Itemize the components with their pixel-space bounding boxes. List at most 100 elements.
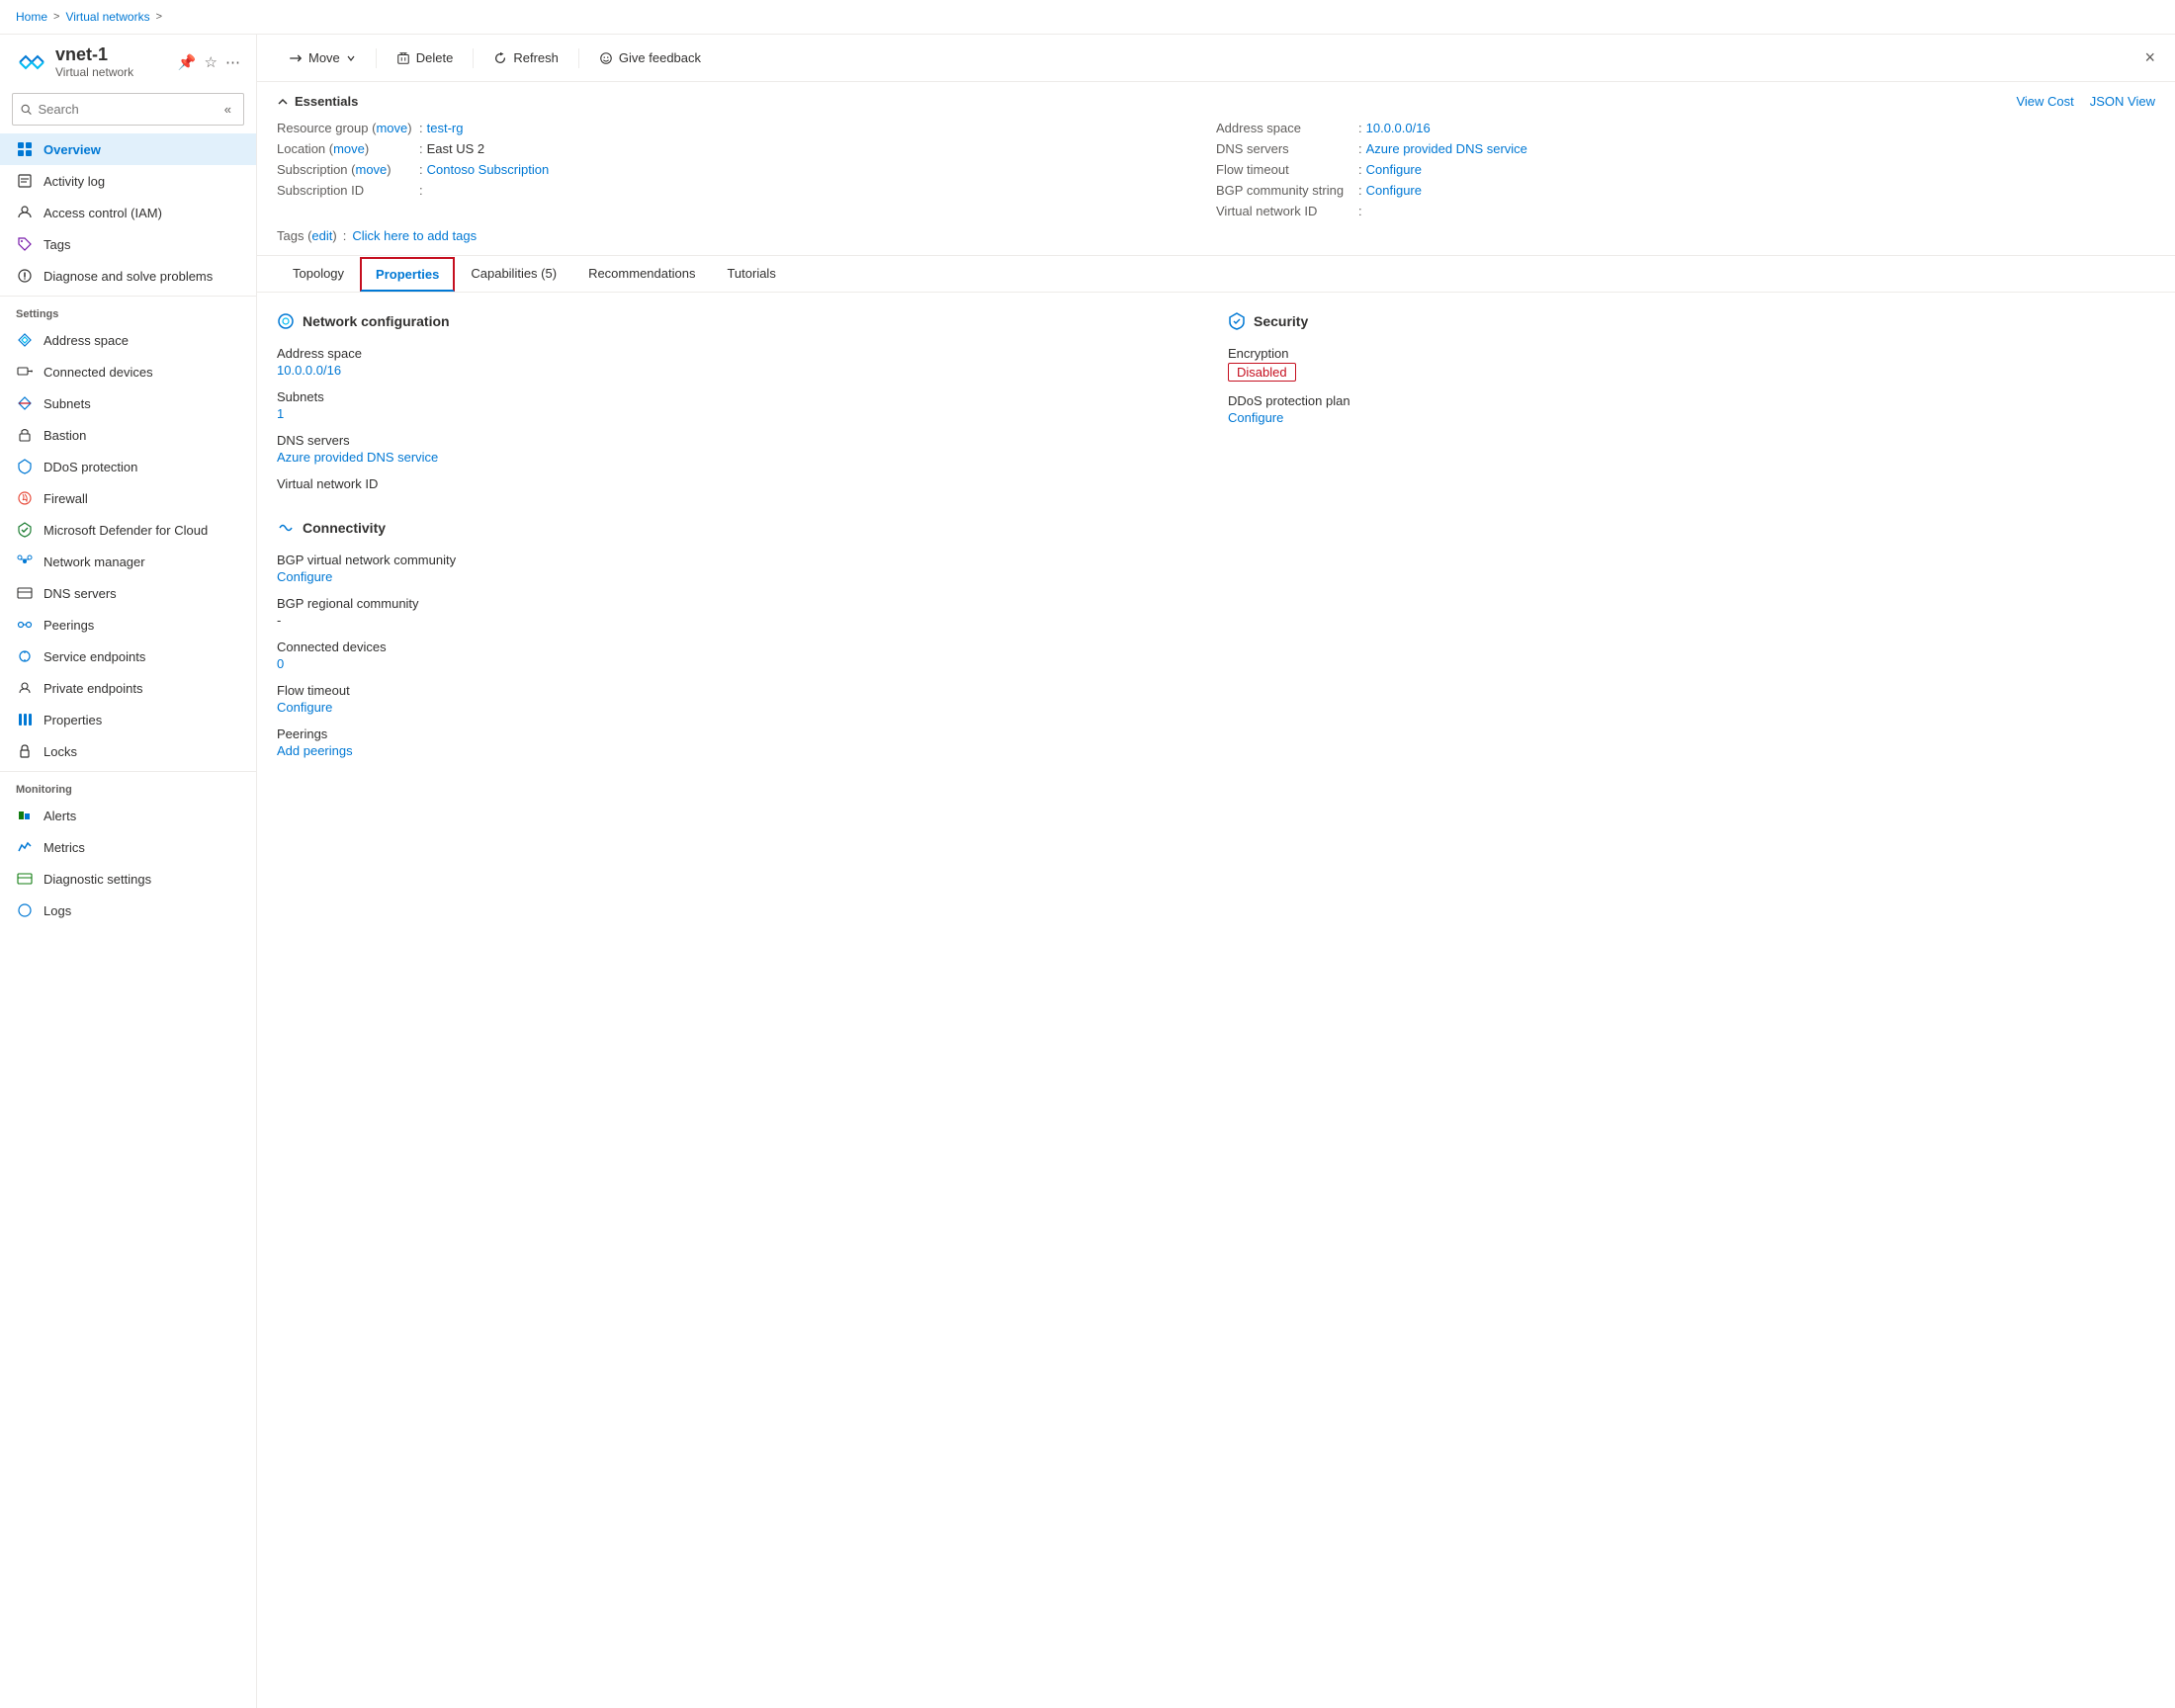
flow-timeout-value-link[interactable]: Configure <box>1366 162 1422 177</box>
prop-subnets-link[interactable]: 1 <box>277 406 284 421</box>
essentials-row-subscription: Subscription (move) : Contoso Subscripti… <box>277 162 1216 177</box>
search-box: « <box>12 93 244 126</box>
prop-flow-timeout-link[interactable]: Configure <box>277 700 332 715</box>
sidebar-item-label-connected-devices: Connected devices <box>44 365 153 380</box>
sidebar-item-label-tags: Tags <box>44 237 70 252</box>
sidebar-item-overview[interactable]: Overview <box>0 133 256 165</box>
tab-recommendations[interactable]: Recommendations <box>572 256 711 293</box>
sidebar-item-logs[interactable]: Logs <box>0 895 256 926</box>
essentials-grid: Resource group (move) : test-rg Location… <box>277 121 2155 218</box>
bgp-value-link[interactable]: Configure <box>1366 183 1422 198</box>
essentials-links: View Cost JSON View <box>2016 94 2155 109</box>
prop-bgp-configure-link[interactable]: Configure <box>277 569 332 584</box>
firewall-icon <box>16 489 34 507</box>
refresh-button[interactable]: Refresh <box>481 44 570 71</box>
sidebar-item-subnets[interactable]: Subnets <box>0 387 256 419</box>
prop-ddos-configure-link[interactable]: Configure <box>1228 410 1283 425</box>
sub-value-link[interactable]: Contoso Subscription <box>427 162 550 177</box>
sub-move-link[interactable]: move <box>355 162 387 177</box>
connectivity-section: Connectivity BGP virtual network communi… <box>277 519 1204 758</box>
essentials-title[interactable]: Essentials <box>277 94 358 109</box>
sidebar-item-activity-log[interactable]: Activity log <box>0 165 256 197</box>
bastion-icon <box>16 426 34 444</box>
sidebar-item-address-space[interactable]: Address space <box>0 324 256 356</box>
sidebar-item-dns-servers[interactable]: DNS servers <box>0 577 256 609</box>
alerts-icon <box>16 807 34 824</box>
prop-bgp-regional: BGP regional community - <box>277 596 1204 628</box>
sidebar-item-label-locks: Locks <box>44 744 77 759</box>
prop-address-space-link[interactable]: 10.0.0.0/16 <box>277 363 341 378</box>
json-view-link[interactable]: JSON View <box>2090 94 2155 109</box>
sidebar-item-connected-devices[interactable]: Connected devices <box>0 356 256 387</box>
prop-encryption: Encryption Disabled <box>1228 346 2155 382</box>
sidebar-item-locks[interactable]: Locks <box>0 735 256 767</box>
properties-icon <box>16 711 34 728</box>
sidebar-item-label-bastion: Bastion <box>44 428 86 443</box>
encryption-disabled-badge: Disabled <box>1228 363 1296 382</box>
sidebar-item-label-activity-log: Activity log <box>44 174 105 189</box>
sidebar-item-private-endpoints[interactable]: Private endpoints <box>0 672 256 704</box>
sidebar-item-tags[interactable]: Tags <box>0 228 256 260</box>
location-move-link[interactable]: move <box>333 141 365 156</box>
search-input[interactable] <box>39 102 215 117</box>
prop-add-peerings-link[interactable]: Add peerings <box>277 743 353 758</box>
sidebar-item-network-manager[interactable]: Network manager <box>0 546 256 577</box>
diagnose-icon <box>16 267 34 285</box>
sidebar-item-diagnostic-settings[interactable]: Diagnostic settings <box>0 863 256 895</box>
essentials-row-flow-timeout: Flow timeout : Configure <box>1216 162 2155 177</box>
breadcrumb-sep-2: > <box>156 11 162 23</box>
rg-value-link[interactable]: test-rg <box>427 121 464 135</box>
sidebar-item-defender[interactable]: Microsoft Defender for Cloud <box>0 514 256 546</box>
close-button[interactable]: × <box>2144 47 2155 68</box>
breadcrumb: Home > Virtual networks > <box>0 0 2175 35</box>
delete-icon <box>396 51 410 65</box>
network-config-icon <box>277 312 295 330</box>
defender-icon <box>16 521 34 539</box>
sidebar-item-properties[interactable]: Properties <box>0 704 256 735</box>
dns-value-link[interactable]: Azure provided DNS service <box>1366 141 1527 156</box>
main-content: Move Delete Refresh Give feedback × <box>257 35 2175 1708</box>
prop-connected-devices-link[interactable]: 0 <box>277 656 284 671</box>
sidebar-item-access-control[interactable]: Access control (IAM) <box>0 197 256 228</box>
rg-move-link[interactable]: move <box>376 121 407 135</box>
more-icon[interactable]: ⋯ <box>225 53 240 71</box>
sidebar-item-firewall[interactable]: Firewall <box>0 482 256 514</box>
locks-icon <box>16 742 34 760</box>
sidebar-item-peerings[interactable]: Peerings <box>0 609 256 640</box>
feedback-button[interactable]: Give feedback <box>587 44 713 71</box>
sidebar-item-metrics[interactable]: Metrics <box>0 831 256 863</box>
network-manager-icon <box>16 553 34 570</box>
refresh-icon <box>493 51 507 65</box>
toolbar-separator-1 <box>376 48 377 68</box>
sidebar-item-diagnose[interactable]: Diagnose and solve problems <box>0 260 256 292</box>
tags-value-link[interactable]: Click here to add tags <box>352 228 477 243</box>
breadcrumb-virtual-networks[interactable]: Virtual networks <box>65 10 149 24</box>
sidebar-item-label-private-endpoints: Private endpoints <box>44 681 142 696</box>
toolbar-separator-3 <box>578 48 579 68</box>
sidebar-item-label-address-space: Address space <box>44 333 129 348</box>
tab-tutorials[interactable]: Tutorials <box>711 256 791 293</box>
tab-capabilities[interactable]: Capabilities (5) <box>455 256 572 293</box>
prop-dns-link[interactable]: Azure provided DNS service <box>277 450 438 465</box>
sidebar-item-alerts[interactable]: Alerts <box>0 800 256 831</box>
delete-button[interactable]: Delete <box>385 44 466 71</box>
sidebar-item-label-peerings: Peerings <box>44 618 94 633</box>
security-icon <box>1228 312 1246 330</box>
tab-topology[interactable]: Topology <box>277 256 360 293</box>
view-cost-link[interactable]: View Cost <box>2016 94 2073 109</box>
logs-icon <box>16 901 34 919</box>
sidebar-item-ddos[interactable]: DDoS protection <box>0 451 256 482</box>
move-button[interactable]: Move <box>277 44 368 71</box>
sidebar-item-service-endpoints[interactable]: Service endpoints <box>0 640 256 672</box>
tags-edit-link[interactable]: edit <box>311 228 332 243</box>
prop-peerings: Peerings Add peerings <box>277 726 1204 758</box>
collapse-sidebar-button[interactable]: « <box>220 98 235 121</box>
pin-icon[interactable]: 📌 <box>178 53 197 71</box>
favorite-icon[interactable]: ☆ <box>205 53 218 71</box>
essentials-right-col: Address space : 10.0.0.0/16 DNS servers … <box>1216 121 2155 218</box>
address-space-value-link[interactable]: 10.0.0.0/16 <box>1366 121 1431 135</box>
breadcrumb-home[interactable]: Home <box>16 10 47 24</box>
metrics-icon <box>16 838 34 856</box>
tab-properties[interactable]: Properties <box>360 257 455 292</box>
sidebar-item-bastion[interactable]: Bastion <box>0 419 256 451</box>
